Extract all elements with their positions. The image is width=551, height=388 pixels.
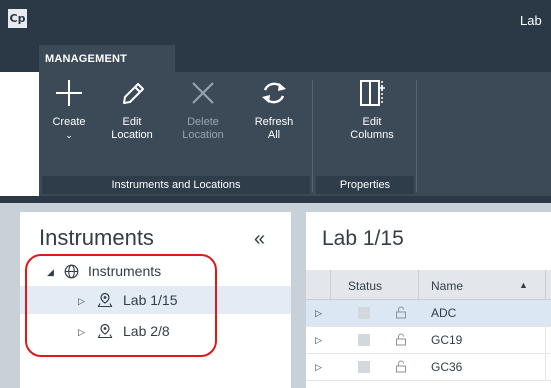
status-indicator [358,361,370,373]
unlocked-icon [396,360,406,373]
create-button[interactable]: Create ⌄ [48,76,90,140]
tree-item-lab-2-8[interactable]: ▷ Lab 2/8 [20,317,291,345]
x-icon [192,82,214,104]
delete-location-line2: Location [182,128,224,141]
chevron-down-icon: ⌄ [65,129,73,140]
column-divider [545,300,546,327]
refresh-all-line1: Refresh [254,116,294,128]
status-indicator [358,334,370,346]
title-bar [0,0,551,42]
row-name: GC36 [431,360,463,374]
column-divider [545,270,546,300]
sort-ascending-icon[interactable]: ▲ [519,280,528,290]
grid-header [306,270,551,300]
column-divider [330,270,331,300]
edit-location-button[interactable]: Edit Location [99,76,165,141]
tree-item-lab-1-15[interactable]: ▷ Lab 1/15 [20,286,291,314]
status-indicator [358,307,370,319]
row-name: ADC [431,306,457,320]
edit-columns-button[interactable]: Edit Columns [339,76,405,141]
location-pin-icon [97,292,113,308]
nav-panel-title: Instruments [39,225,154,250]
pencil-icon [123,83,144,104]
row-expand-icon[interactable]: ▷ [315,362,322,373]
collapse-panel-button[interactable]: « [254,229,265,249]
column-divider [418,270,419,300]
content-title: Lab 1/15 [322,227,404,250]
row-expand-icon[interactable]: ▷ [315,308,322,319]
refresh-all-line2: All [267,128,281,141]
ribbon-bottom-strip [0,196,551,203]
tree-item-label: Lab 2/8 [123,323,170,339]
delete-location-button[interactable]: Delete Location [170,76,236,141]
group-properties: Properties [316,176,414,194]
tab-management[interactable]: MANAGEMENT [39,45,175,73]
refresh-all-button[interactable]: Refresh All [243,76,305,141]
column-divider [545,327,546,354]
location-pin-icon [97,323,113,339]
create-label: Create [52,116,86,128]
row-expand-icon[interactable]: ▷ [315,335,322,346]
refresh-icon [262,82,286,104]
table-row[interactable] [306,354,551,381]
ribbon-separator [312,80,313,192]
column-header-name[interactable]: Name [431,279,463,293]
edit-location-line2: Location [111,128,153,141]
table-row[interactable] [306,327,551,354]
window-title: Lab [520,13,542,28]
tree-collapsed-icon[interactable]: ▷ [78,318,85,346]
edit-columns-line1: Edit [362,116,382,128]
delete-location-line1: Delete [187,116,219,128]
row-name: GC19 [431,333,463,347]
group-instruments-locations: Instruments and Locations [42,176,310,194]
edit-columns-line2: Columns [350,128,394,141]
tree-expanded-icon[interactable]: ◢ [47,258,54,286]
tree-item-label: Instruments [88,263,162,279]
tree-collapsed-icon[interactable]: ▷ [78,287,85,315]
columns-icon [360,80,385,106]
edit-location-line1: Edit [122,116,142,128]
app-logo: Cp [8,9,27,28]
column-header-status[interactable]: Status [348,279,382,293]
tree-item-instruments[interactable]: ◢ Instruments [20,257,291,285]
unlocked-icon [396,333,406,346]
column-divider [545,354,546,381]
globe-icon [64,264,79,279]
tree-item-label: Lab 1/15 [123,292,178,308]
plus-icon [56,80,82,106]
table-row[interactable] [306,300,551,327]
ribbon-separator [416,80,417,192]
unlocked-icon [396,306,406,319]
